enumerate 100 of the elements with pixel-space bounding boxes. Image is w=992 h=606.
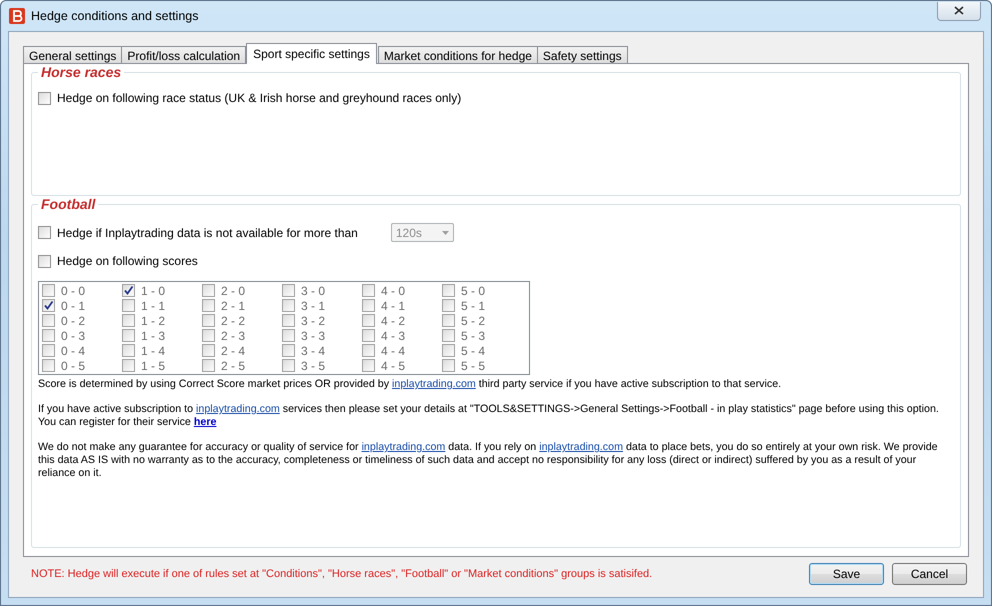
checkbox[interactable] <box>122 299 135 312</box>
checkbox-label: Hedge if Inplaytrading data is not available for more than <box>57 226 358 240</box>
app-logo-icon <box>9 8 25 24</box>
score-label: 0 - 0 <box>61 284 86 298</box>
checkbox[interactable] <box>362 284 375 297</box>
score-label: 2 - 5 <box>221 358 246 372</box>
checkbox[interactable] <box>42 329 55 342</box>
checkbox[interactable] <box>282 359 295 372</box>
checkbox[interactable] <box>362 314 375 327</box>
score-label: 4 - 1 <box>381 298 406 312</box>
info-paragraph: If you have active subscription to inplaytrading.com services then please set your details at "TOOLS&SETTINGS->General Settings->Football - in play statistics" page before using this option. You can register for their service here <box>38 403 940 429</box>
checkbox[interactable] <box>122 359 135 372</box>
checkbox[interactable] <box>282 314 295 327</box>
checkbox[interactable] <box>42 359 55 372</box>
group-title: Horse races <box>38 64 124 80</box>
checkbox[interactable] <box>442 284 455 297</box>
checkbox[interactable] <box>122 314 135 327</box>
score-label: 4 - 3 <box>381 328 406 342</box>
score-label: 4 - 0 <box>381 284 406 298</box>
score-label: 1 - 2 <box>141 314 166 328</box>
checkbox[interactable] <box>202 344 215 357</box>
checkbox[interactable] <box>202 314 215 327</box>
score-label: 5 - 1 <box>461 298 486 312</box>
score-label: 0 - 2 <box>61 314 86 328</box>
score-label: 5 - 4 <box>461 344 486 358</box>
note-text: NOTE: Hedge will execute if one of rules set at "Conditions", "Horse races", "Football" or "Market conditions" groups is satisifed. <box>31 568 652 580</box>
checkbox[interactable] <box>362 329 375 342</box>
window-title: Hedge conditions and settings <box>31 9 198 23</box>
checkbox[interactable] <box>282 284 295 297</box>
tab[interactable]: Safety settings <box>536 46 628 64</box>
link[interactable]: here <box>194 416 216 428</box>
score-label: 0 - 4 <box>61 344 86 358</box>
score-label: 4 - 2 <box>381 314 406 328</box>
checkbox[interactable] <box>362 359 375 372</box>
checkbox[interactable] <box>442 359 455 372</box>
checkbox[interactable] <box>42 314 55 327</box>
checkbox[interactable] <box>42 299 55 312</box>
caret-icon <box>442 230 449 234</box>
score-label: 2 - 0 <box>221 284 246 298</box>
dialog-button[interactable]: Cancel <box>892 563 967 585</box>
score-label: 0 - 1 <box>61 298 86 312</box>
score-label: 0 - 3 <box>61 328 86 342</box>
checkbox[interactable] <box>202 329 215 342</box>
checkbox[interactable] <box>202 284 215 297</box>
checkbox[interactable] <box>42 344 55 357</box>
checkbox[interactable] <box>122 344 135 357</box>
checkbox[interactable] <box>442 344 455 357</box>
close-button[interactable] <box>937 2 981 20</box>
score-label: 3 - 1 <box>301 298 326 312</box>
score-label: 3 - 4 <box>301 344 326 358</box>
info-paragraph: Score is determined by using Correct Score market prices OR provided by inplaytrading.com third party service if you have active subscription to that service. <box>38 378 782 391</box>
tab[interactable]: Sport specific settings <box>246 43 377 64</box>
link[interactable]: inplaytrading.com <box>392 378 476 390</box>
checkbox[interactable] <box>122 284 135 297</box>
score-label: 5 - 5 <box>461 358 486 372</box>
checkbox[interactable] <box>282 329 295 342</box>
tab[interactable]: Market conditions for hedge <box>378 46 538 64</box>
score-label: 4 - 5 <box>381 358 406 372</box>
score-label: 1 - 3 <box>141 328 166 342</box>
checkbox[interactable] <box>282 344 295 357</box>
checkbox[interactable] <box>282 299 295 312</box>
checkbox[interactable] <box>442 299 455 312</box>
score-label: 2 - 2 <box>221 314 246 328</box>
score-label: 5 - 3 <box>461 328 486 342</box>
score-label: 2 - 1 <box>221 298 246 312</box>
score-label: 1 - 1 <box>141 298 166 312</box>
checkbox[interactable] <box>362 344 375 357</box>
checkbox[interactable] <box>122 329 135 342</box>
score-label: 2 - 4 <box>221 344 246 358</box>
tab[interactable]: General settings <box>23 46 122 64</box>
link[interactable]: inplaytrading.com <box>196 403 280 415</box>
group-title: Football <box>38 196 98 212</box>
score-label: 5 - 2 <box>461 314 486 328</box>
checkbox[interactable] <box>38 92 51 104</box>
close-icon <box>954 6 964 15</box>
checkbox[interactable] <box>442 329 455 342</box>
checkbox[interactable] <box>442 314 455 327</box>
score-label: 1 - 5 <box>141 358 166 372</box>
score-label: 3 - 2 <box>301 314 326 328</box>
checkbox[interactable] <box>38 254 51 268</box>
link[interactable]: inplaytrading.com <box>362 441 446 453</box>
score-label: 4 - 4 <box>381 344 406 358</box>
score-label: 2 - 3 <box>221 328 246 342</box>
score-label: 3 - 3 <box>301 328 326 342</box>
info-paragraph: We do not make any guarantee for accuracy or quality of service for inplaytrading.com data. If you rely on inplaytrading.com data to place bets, you do so entirely at your own risk. We provide this data AS IS with no warranty as to the accuracy, completeness or timeliness of such data and accept no responsibility for any loss (direct or indirect) suffered by you as a result of your reliance on it. <box>38 441 939 480</box>
score-label: 1 - 4 <box>141 344 166 358</box>
tab[interactable]: Profit/loss calculation <box>121 46 246 64</box>
score-label: 1 - 0 <box>141 284 166 298</box>
checkbox-label: Hedge on following scores <box>57 254 198 268</box>
checkbox[interactable] <box>202 359 215 372</box>
checkbox[interactable] <box>202 299 215 312</box>
checkbox[interactable] <box>38 226 51 239</box>
link[interactable]: inplaytrading.com <box>539 441 623 453</box>
checkbox-label: Hedge on following race status (UK & Irish horse and greyhound races only) <box>57 91 462 105</box>
dialog-button[interactable]: Save <box>809 563 884 585</box>
score-label: 0 - 5 <box>61 358 86 372</box>
checkbox[interactable] <box>362 299 375 312</box>
score-label: 3 - 5 <box>301 358 326 372</box>
score-label: 5 - 0 <box>461 284 486 298</box>
checkbox[interactable] <box>42 284 55 297</box>
